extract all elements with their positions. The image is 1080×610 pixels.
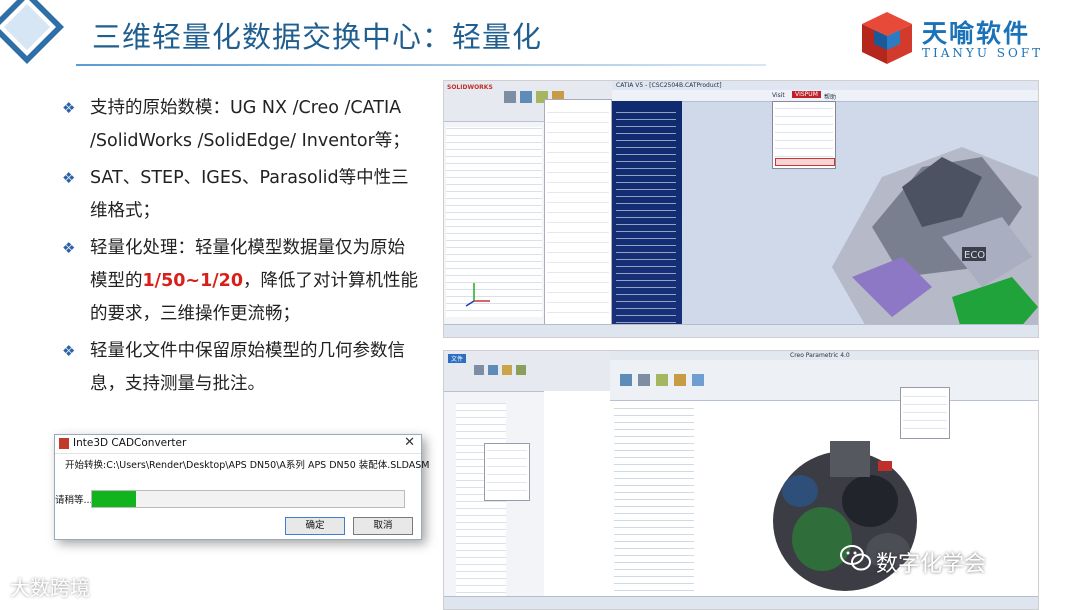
wait-label: 请稍等... [55,495,93,506]
title-diamond-icon [0,0,64,64]
catia-spec-tree[interactable] [612,101,682,337]
menu-item[interactable]: 帮助 [824,92,836,101]
solidworks-window: SOLIDWORKS [444,81,613,337]
tree-nodes[interactable] [616,111,676,329]
cad-screenshot-top: SOLIDWORKS CATIA V5 - [CSC2504B.CATProdu… [443,80,1039,338]
diamond-bullet-icon: ❖ [62,169,76,187]
3d-connector-model: ECO [832,147,1038,337]
toolbar-icon[interactable] [620,374,632,386]
close-icon[interactable]: ✕ [404,435,415,450]
menu-item-active[interactable]: VISPUM [792,91,821,98]
ok-button[interactable]: 确定 [285,517,345,535]
diamond-bullet-icon: ❖ [62,239,76,257]
list-item: ❖ 支持的原始数模：UG NX /Creo /CATIA /SolidWorks… [60,92,420,158]
wechat-watermark: 数字化学会 [876,552,987,577]
ratio-highlight: 1/50~1/20 [142,271,244,291]
toolbar-icon[interactable] [504,91,516,103]
brand-logo: 天喻软件 TIANYU SOFT [858,10,1058,66]
part-navigator[interactable] [456,403,506,599]
catia-window: CATIA V5 - [CSC2504B.CATProduct] Visit V… [612,81,1038,337]
conversion-message: 开始转换:C:\Users\Render\Desktop\APS DN50\A系… [65,460,430,471]
creo-ribbon [610,360,1038,401]
toolbar-icon[interactable] [638,374,650,386]
progress-bar [91,490,405,508]
title-divider [76,64,766,66]
menu-items[interactable] [547,104,609,322]
page-title: 三维轻量化数据交换中心：轻量化 [92,20,543,54]
toolbar-icon[interactable] [674,374,686,386]
brand-cube-icon [862,12,912,64]
context-menu[interactable] [544,99,612,327]
taskbar [444,596,1038,609]
brand-subtitle: TIANYU SOFT [922,46,1044,60]
toolbar-icon[interactable] [474,365,484,375]
creo-window-title: Creo Parametric 4.0 [790,352,850,359]
solidworks-logo: SOLIDWORKS [447,84,493,91]
toolbar-icon[interactable] [692,374,704,386]
svg-text:ECO: ECO [964,250,985,261]
progress-fill [92,491,136,507]
app-icon [59,438,69,449]
toolbar-icon[interactable] [520,91,532,103]
list-item: ❖ SAT、STEP、IGES、Parasolid等中性三维格式； [60,162,420,228]
feature-tree[interactable] [446,127,542,317]
diamond-bullet-icon: ❖ [62,342,76,360]
list-item: ❖ 轻量化处理：轻量化模型数据量仅为原始模型的1/50~1/20，降低了对计算机… [60,232,420,331]
taskbar [444,324,1038,337]
toolbar-icon[interactable] [502,365,512,375]
model-tree[interactable] [614,407,694,597]
diamond-bullet-icon: ❖ [62,99,76,117]
graphics-area[interactable] [544,391,610,601]
toolbar-icon[interactable] [488,365,498,375]
menu-item[interactable]: Visit [772,92,785,99]
catia-window-title: CATIA V5 - [CSC2504B.CATProduct] [616,82,722,89]
nx-ribbon: 文件 [444,351,610,392]
brand-name: 天喻软件 [922,19,1031,48]
list-item: ❖ 轻量化文件中保留原始模型的几何参数信息，支持测量与批注。 [60,335,420,401]
menu-items[interactable] [487,446,527,498]
toolbar-icon[interactable] [656,374,668,386]
dialog-titlebar: Inte3D CADConverter ✕ [55,435,421,454]
feature-list: ❖ 支持的原始数模：UG NX /Creo /CATIA /SolidWorks… [60,92,420,405]
source-watermark: 大数跨境 [10,576,90,600]
converter-dialog: Inte3D CADConverter ✕ 开始转换:C:\Users\Rend… [54,434,429,540]
wechat-icon [840,545,871,571]
toolbar-icon[interactable] [516,365,526,375]
cancel-button[interactable]: 取消 [353,517,413,535]
nx-window: 文件 [444,351,611,609]
context-menu[interactable] [484,443,530,501]
axis-triad-icon [464,281,492,307]
file-tab[interactable]: 文件 [448,354,467,363]
dialog-title: Inte3D CADConverter [73,437,187,449]
